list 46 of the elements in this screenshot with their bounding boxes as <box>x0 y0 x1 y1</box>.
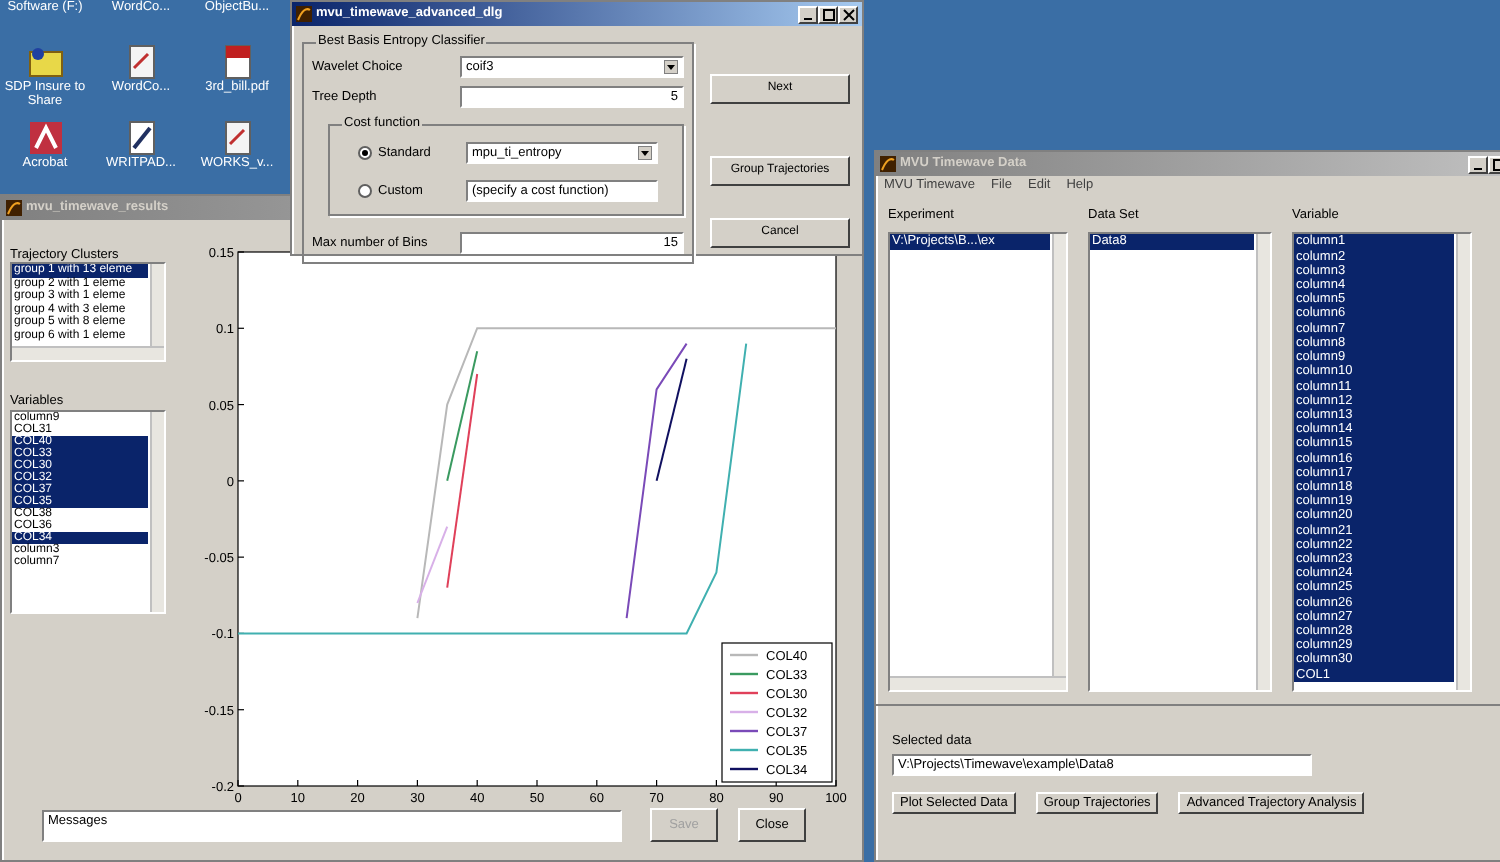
x-tick <box>237 779 239 787</box>
pen-icon <box>123 120 159 156</box>
vertical-scrollbar[interactable] <box>1052 234 1066 677</box>
pdf-icon <box>219 44 255 80</box>
dropdown-arrow-icon <box>664 60 678 74</box>
x-tick <box>656 779 658 787</box>
y-tick <box>237 327 245 329</box>
close-button[interactable] <box>838 5 858 23</box>
minimize-button[interactable] <box>1468 155 1488 173</box>
radio-button[interactable] <box>358 184 372 198</box>
x-tick <box>835 779 837 787</box>
y-tick <box>237 556 245 558</box>
x-tick <box>416 779 418 787</box>
vertical-scrollbar[interactable] <box>150 411 164 612</box>
horizontal-scrollbar[interactable] <box>12 346 164 361</box>
maximize-icon <box>821 7 835 21</box>
application-icon <box>27 120 63 156</box>
vertical-scrollbar[interactable] <box>150 264 164 347</box>
legend-box <box>721 642 833 783</box>
x-tick <box>476 779 478 787</box>
document-icon <box>219 120 255 156</box>
vertical-scrollbar[interactable] <box>1256 234 1270 691</box>
document-icon <box>123 44 159 80</box>
horizontal-scrollbar[interactable] <box>890 676 1066 691</box>
minimize-button[interactable] <box>798 5 818 23</box>
x-tick <box>596 779 598 787</box>
radio-button[interactable] <box>358 146 372 160</box>
y-tick <box>237 251 245 253</box>
y-tick <box>237 785 245 787</box>
x-tick <box>536 779 538 787</box>
vertical-scrollbar[interactable] <box>1456 234 1470 691</box>
app-icon <box>296 6 312 22</box>
app-icon <box>880 156 896 172</box>
folder-icon <box>27 44 63 80</box>
x-tick <box>775 779 777 787</box>
list-box[interactable] <box>1292 232 1472 693</box>
x-tick <box>715 779 717 787</box>
x-tick <box>297 779 299 787</box>
y-tick <box>237 709 245 711</box>
y-tick <box>237 480 245 482</box>
maximize-button[interactable] <box>818 5 838 23</box>
y-tick <box>237 403 245 406</box>
x-tick <box>357 779 359 787</box>
dropdown-arrow-icon <box>638 146 652 160</box>
close-icon <box>841 7 855 21</box>
app-icon <box>6 200 22 216</box>
